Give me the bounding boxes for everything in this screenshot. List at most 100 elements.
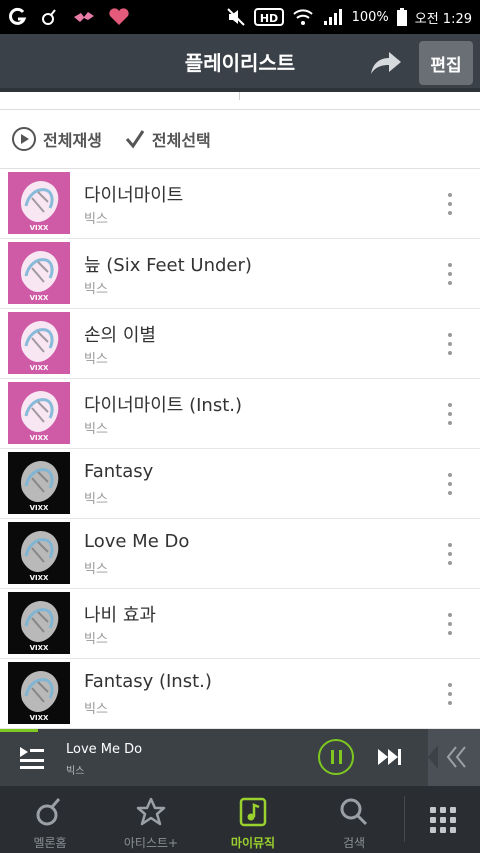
search-icon [338,796,370,828]
more-options-button[interactable] [442,679,458,709]
tab-strip [0,92,480,110]
nav-search[interactable]: 검색 [314,786,394,853]
play-all-label: 전체재생 [43,131,102,150]
song-title: Fantasy (Inst.) [84,671,212,692]
song-row[interactable]: VIXX 다이너마이트 (Inst.) 빅스 [0,379,480,449]
nav-label: 마이뮤직 [230,836,276,850]
more-options-button[interactable] [442,399,458,429]
checkmark-icon [125,130,145,149]
nav-label: 검색 [342,836,366,850]
tab-divider [239,92,240,100]
clock: 오전 1:29 [414,11,472,27]
album-art[interactable]: VIXX [8,242,70,304]
more-options-button[interactable] [442,609,458,639]
bottom-navigation: 멜론홈 아티스트+ 마이뮤직 검색 [0,786,480,853]
album-art-graphic: VIXX [8,452,70,514]
app-g-icon [8,7,28,27]
kebab-dot [448,552,452,556]
now-playing-list-button[interactable] [18,745,46,775]
nav-my-music[interactable]: 마이뮤직 [212,786,294,853]
kebab-dot [448,491,452,495]
melon-notification-icon [40,7,60,27]
song-title: Love Me Do [84,531,190,552]
mute-icon [226,7,246,27]
header-bar: 플레이리스트 편집 [0,34,480,92]
song-row[interactable]: VIXX Fantasy (Inst.) 빅스 [0,659,480,729]
album-art[interactable]: VIXX [8,592,70,654]
player-collapse-button[interactable] [428,729,480,786]
kebab-dot [448,613,452,617]
skip-next-icon [378,749,401,765]
song-list: VIXX 다이너마이트 빅스 VIXX 늪 (Six Feet Under) 빅… [0,169,480,729]
notification-icons [8,7,130,27]
song-artist: 빅스 [84,702,108,717]
album-art[interactable]: VIXX [8,312,70,374]
status-bar: HD 100% 오전 1:29 [0,0,480,34]
system-icons: HD 100% 오전 1:29 [226,7,472,27]
more-options-button[interactable] [442,539,458,569]
song-row[interactable]: VIXX 늪 (Six Feet Under) 빅스 [0,239,480,309]
my-music-icon [237,796,269,828]
kebab-dot [448,421,452,425]
wifi-icon [292,7,314,27]
song-title: 늪 (Six Feet Under) [84,255,252,276]
song-title: 다이너마이트 [84,185,184,206]
kebab-dot [448,333,452,337]
share-button[interactable] [366,44,406,82]
playlist-icon [20,747,44,769]
song-title: 나비 효과 [84,605,156,626]
play-circle-icon [12,127,36,151]
pause-bar-right [338,750,342,764]
more-options-button[interactable] [442,329,458,359]
album-art[interactable]: VIXX [8,382,70,444]
kebab-dot [448,202,452,206]
share-arrow-icon [371,52,401,74]
kebab-dot [448,622,452,626]
song-title: 손의 이별 [84,325,156,346]
song-row[interactable]: VIXX 손의 이별 빅스 [0,309,480,379]
kebab-dot [448,193,452,197]
nav-artist-plus[interactable]: 아티스트+ [110,786,192,853]
next-track-button[interactable] [376,747,404,771]
kebab-dot [448,473,452,477]
kebab-dot [448,403,452,407]
playback-progress [0,729,39,732]
song-artist: 빅스 [84,562,108,577]
kebab-dot [448,263,452,267]
more-options-button[interactable] [442,469,458,499]
grid-menu-icon [430,807,456,833]
heart-icon [108,7,130,27]
kebab-dot [448,412,452,416]
album-art[interactable]: VIXX [8,662,70,724]
album-art[interactable]: VIXX [8,452,70,514]
kebab-dot [448,543,452,547]
song-row[interactable]: VIXX Love Me Do 빅스 [0,519,480,589]
star-icon [135,796,167,828]
kebab-dot [448,561,452,565]
edit-button[interactable]: 편집 [419,41,473,85]
select-all-button[interactable]: 전체선택 [124,127,211,151]
play-all-button[interactable]: 전체재생 [11,126,102,152]
album-art-logo: VIXX [30,574,49,582]
song-row[interactable]: VIXX 다이너마이트 빅스 [0,169,480,239]
album-art-logo: VIXX [30,504,49,512]
svg-text:HD: HD [259,12,277,25]
song-artist: 빅스 [84,212,108,227]
nav-melon-home[interactable]: 멜론홈 [10,786,90,853]
song-artist: 빅스 [84,632,108,647]
pause-bar-left [330,750,334,764]
song-row[interactable]: VIXX Fantasy 빅스 [0,449,480,519]
song-title: 다이너마이트 (Inst.) [84,395,242,416]
mini-player[interactable]: Love Me Do 빅스 [0,729,480,786]
album-art[interactable]: VIXX [8,522,70,584]
more-options-button[interactable] [442,259,458,289]
more-options-button[interactable] [442,189,458,219]
album-art-graphic: VIXX [8,662,70,724]
pause-button[interactable] [318,739,354,775]
kebab-dot [448,631,452,635]
album-art[interactable]: VIXX [8,172,70,234]
album-art-logo: VIXX [30,644,49,652]
all-menu-button[interactable] [418,800,468,840]
song-row[interactable]: VIXX 나비 효과 빅스 [0,589,480,659]
bird-icon [72,7,96,27]
